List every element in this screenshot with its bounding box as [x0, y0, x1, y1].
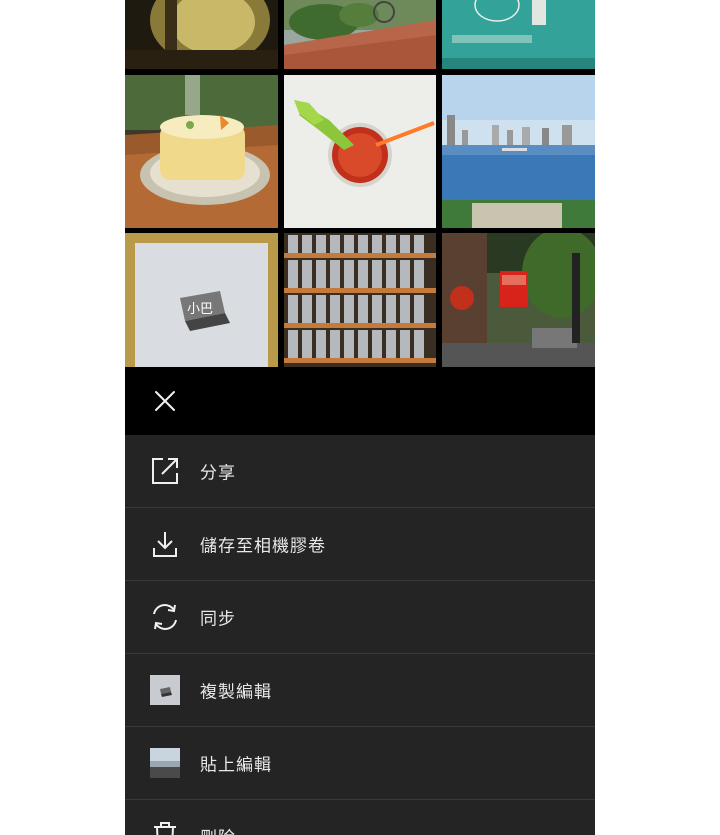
menu-item-label: 刪除 [200, 824, 236, 835]
menu-item-label: 貼上編輯 [200, 755, 272, 776]
sync-icon [150, 602, 180, 632]
photo-thumbnail[interactable]: 小巴 [125, 233, 278, 367]
share-icon [150, 456, 180, 486]
photo-grid: 小巴 [125, 0, 595, 367]
photo-thumbnail[interactable] [125, 0, 278, 69]
close-icon [155, 391, 175, 411]
trash-icon [150, 821, 180, 835]
phone-screen: 小巴 分享 儲存至相機膠卷 同步 複製編輯 貼上編輯 [125, 0, 595, 835]
menu-item-share[interactable]: 分享 [125, 435, 595, 508]
menu-item-label: 儲存至相機膠卷 [200, 536, 326, 557]
photo-thumbnail[interactable] [125, 75, 278, 228]
photo-thumbnail[interactable] [284, 0, 436, 69]
photo-thumbnail[interactable] [442, 233, 595, 367]
menu-item-sync[interactable]: 同步 [125, 581, 595, 654]
thumbnail-paste-edits [150, 748, 180, 778]
photo-thumbnail[interactable] [442, 0, 595, 69]
svg-text:小巴: 小巴 [187, 302, 213, 317]
photo-thumbnail[interactable] [442, 75, 595, 228]
menu-item-copy-edits[interactable]: 複製編輯 [125, 654, 595, 727]
photo-thumbnail[interactable] [284, 75, 436, 228]
photo-thumbnail[interactable] [284, 233, 436, 367]
download-icon [150, 529, 180, 559]
menu-item-label: 分享 [200, 463, 236, 484]
close-button[interactable] [145, 382, 185, 420]
action-sheet-menu: 分享 儲存至相機膠卷 同步 複製編輯 貼上編輯 [125, 435, 595, 835]
thumbnail-copy-edits [150, 675, 180, 705]
action-sheet-header [125, 367, 595, 435]
menu-item-paste-edits[interactable]: 貼上編輯 [125, 727, 595, 800]
menu-item-label: 同步 [200, 609, 236, 630]
menu-item-delete[interactable]: 刪除 [125, 800, 595, 835]
menu-item-label: 複製編輯 [200, 682, 272, 703]
menu-item-save-to-camera-roll[interactable]: 儲存至相機膠卷 [125, 508, 595, 581]
